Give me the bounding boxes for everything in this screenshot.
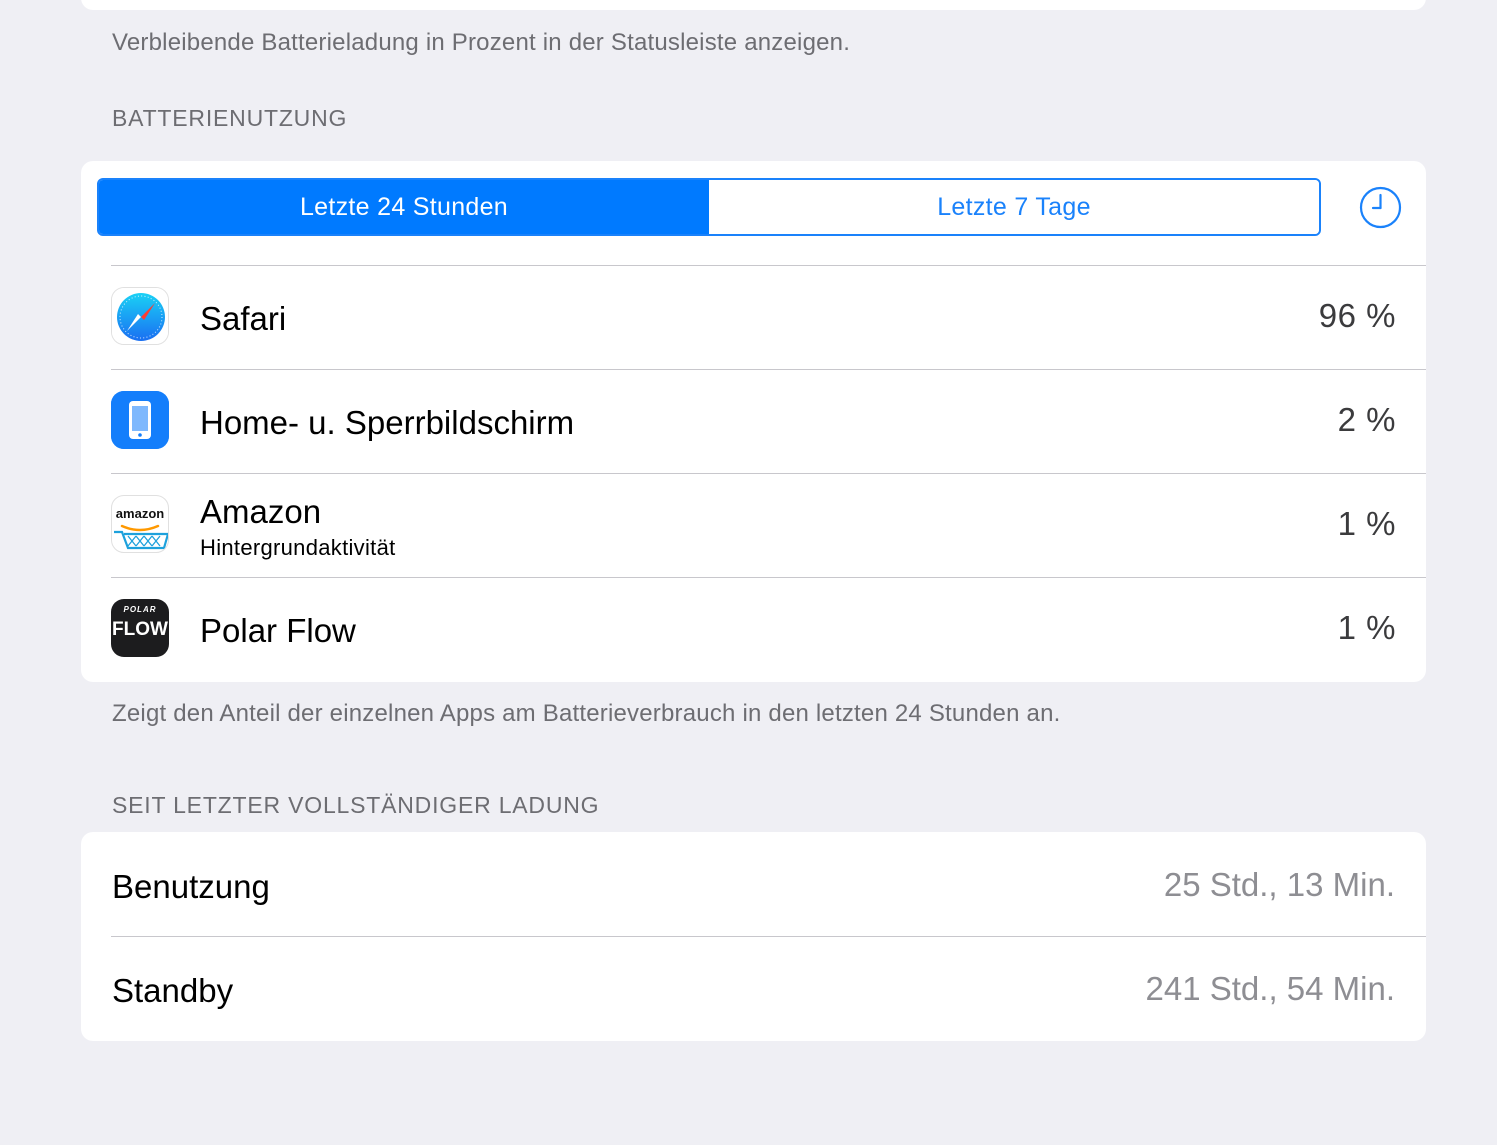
app-row-home-lockscreen[interactable]: Home- u. Sperrbildschirm 2 %	[81, 369, 1426, 473]
app-usage-value: 1 %	[1337, 609, 1396, 646]
standby-time-value: 241 Std., 54 Min.	[1145, 970, 1395, 1007]
app-name: Polar Flow	[200, 612, 356, 649]
app-name: Amazon	[200, 493, 322, 530]
battery-usage-footnote: Zeigt den Anteil der einzelnen Apps am B…	[112, 700, 1061, 727]
period-segmented-control[interactable]: Letzte 24 Stunden Letzte 7 Tage	[97, 178, 1321, 236]
app-subtitle: Hintergrundaktivität	[200, 535, 396, 560]
amazon-logo-text: amazon	[115, 506, 165, 521]
polar-flow-icon: POLAR FLOW	[111, 599, 169, 657]
app-name: Safari	[200, 300, 287, 337]
since-full-charge-header: SEIT LETZTER VOLLSTÄNDIGER LADUNG	[112, 792, 600, 818]
app-name: Home- u. Sperrbildschirm	[200, 404, 575, 441]
app-usage-value: 96 %	[1318, 297, 1396, 334]
flow-logo-text: FLOW	[112, 619, 168, 640]
usage-time-label: Benutzung	[112, 868, 270, 905]
segment-last-24-hours[interactable]: Letzte 24 Stunden	[99, 180, 709, 234]
home-lockscreen-icon	[111, 391, 169, 449]
usage-time-row: Benutzung 25 Std., 13 Min.	[81, 832, 1426, 936]
app-usage-value: 1 %	[1337, 505, 1396, 542]
battery-settings-page: Verbleibende Batterieladung in Prozent i…	[0, 0, 1497, 1145]
battery-percentage-card	[81, 0, 1426, 10]
usage-time-value: 25 Std., 13 Min.	[1163, 866, 1395, 903]
battery-percentage-footnote: Verbleibende Batterieladung in Prozent i…	[112, 29, 851, 56]
segment-last-7-days[interactable]: Letzte 7 Tage	[709, 180, 1319, 234]
clock-icon[interactable]	[1359, 186, 1402, 229]
standby-time-row: Standby 241 Std., 54 Min.	[81, 936, 1426, 1040]
battery-usage-header: BATTERIENUTZUNG	[112, 105, 348, 131]
app-usage-value: 2 %	[1337, 401, 1396, 438]
polar-logo-text: POLAR	[123, 605, 157, 614]
app-row-polar-flow[interactable]: POLAR FLOW Polar Flow 1 %	[81, 577, 1426, 681]
battery-usage-card: Letzte 24 Stunden Letzte 7 Tage Safari 9…	[81, 161, 1426, 682]
amazon-icon: amazon	[111, 495, 169, 553]
app-row-safari[interactable]: Safari 96 %	[81, 265, 1426, 369]
app-row-amazon[interactable]: amazon Amazon Hintergrundaktivität 1 %	[81, 473, 1426, 577]
standby-time-label: Standby	[112, 972, 234, 1009]
since-full-charge-card: Benutzung 25 Std., 13 Min. Standby 241 S…	[81, 832, 1426, 1041]
safari-icon	[111, 287, 169, 345]
